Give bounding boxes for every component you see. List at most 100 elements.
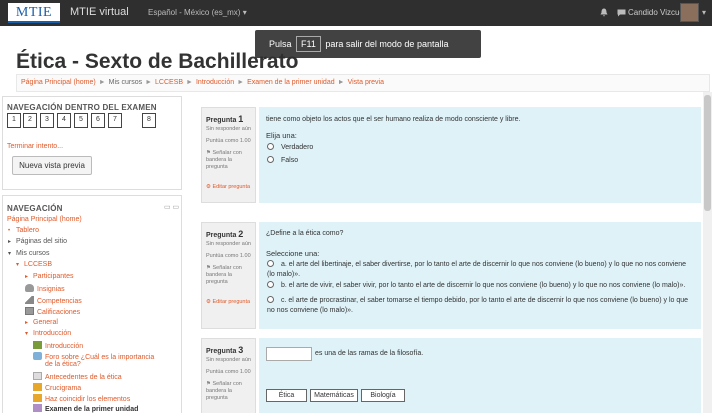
flag-icon: ⚑ [206,150,211,156]
nav-item-forum-continued[interactable]: de la ética? [45,361,81,368]
quiz-nav-question-7[interactable]: 7 [108,113,122,128]
quiz-nav-question-6[interactable]: 6 [91,113,105,128]
breadcrumb-quiz[interactable]: Examen de la primer unidad [247,79,335,86]
answer-option[interactable]: b. el arte de vivir, el saber vivir, por… [267,281,692,291]
scrollbar-thumb[interactable] [704,95,711,211]
nav-item-participants[interactable]: ▸ Participantes [25,273,73,280]
quiz-nav-question-8[interactable]: 8 [142,113,156,128]
question-prompt: Elija una: [266,131,297,140]
question-number-value: 2 [238,229,244,239]
breadcrumb-preview[interactable]: Vista previa [348,79,384,86]
breadcrumb-home[interactable]: Página Principal (home) [21,79,96,86]
flag-icon: ⚑ [206,381,211,387]
answer-option[interactable]: Verdadero [267,143,692,153]
nav-item-introduction-section[interactable]: ▾ Introducción [25,330,71,337]
quiz-nav-question-4[interactable]: 4 [57,113,71,128]
chevron-down-icon: ▾ [25,331,29,337]
nav-item-badges[interactable]: Insignias [25,284,65,293]
question-prompt: Seleccione una: [266,249,320,258]
language-menu[interactable]: Español - México (es_mx) ▾ [148,8,247,17]
nav-item-match[interactable]: Haz coincidir los elementos [33,394,130,403]
question-label: Pregunta [206,348,237,355]
block-controls-icon[interactable]: ▭ ▭ [164,203,179,211]
nav-item-site-pages[interactable]: ▸ Páginas del sitio [8,238,67,245]
question-1-info: Pregunta 1 Sin responder aún Puntúa como… [201,107,256,203]
breadcrumb-my-courses[interactable]: Mis cursos [109,79,142,86]
question-number-value: 1 [238,114,244,124]
match-icon [33,394,42,402]
radio-button[interactable] [267,156,274,163]
edit-question-link[interactable]: ⚙ Editar pregunta [206,299,250,305]
answer-option[interactable]: a. el arte del libertinaje, el saber div… [267,260,692,280]
drop-blank-input[interactable] [266,347,312,361]
fullscreen-notice: Pulsa F11 para salir del modo de pantall… [255,30,481,77]
nav-item-general[interactable]: ▸ General [25,319,58,326]
nav-item-label: Páginas del sitio [16,238,67,245]
radio-button[interactable] [267,260,274,267]
radio-button[interactable] [267,281,274,288]
nav-item-label: Insignias [37,286,65,293]
nav-item-introduction-page[interactable]: Introducción [33,341,83,350]
flag-question-toggle[interactable]: ⚑ Señalar con bandera la pregunta [206,150,254,171]
breadcrumb-course[interactable]: LCCESB [155,79,183,86]
finish-attempt-link[interactable]: Terminar intento... [7,143,63,150]
chevron-down-icon: ▾ [16,262,20,268]
chevron-down-icon: ▾ [8,251,12,257]
breadcrumb-separator-icon: ► [98,79,106,86]
question-1-content: tiene como objeto los actos que el ser h… [259,107,701,203]
chat-icon[interactable] [617,9,626,17]
nav-item-course[interactable]: ▾ LCCESB [16,261,52,268]
nav-item-history[interactable]: Antecedentes de la ética [33,372,122,381]
quiz-nav-question-2[interactable]: 2 [23,113,37,128]
avatar[interactable] [680,3,699,22]
option-label: Falso [281,157,299,164]
nav-item-label: Mis cursos [16,250,50,257]
nav-item-dashboard[interactable]: • Tablero [8,227,39,234]
drag-choice-matematicas[interactable]: Matemáticas [310,389,358,402]
breadcrumb-separator-icon: ► [337,79,345,86]
nav-item-label: Examen de la primer unidad [45,406,139,413]
nav-item-label: Crucigrama [45,385,82,392]
option-label: a. el arte del libertinaje, el saber div… [267,261,687,278]
question-text: tiene como objeto los actos que el ser h… [266,116,521,123]
crossword-icon [33,383,42,391]
nav-item-home[interactable]: Página Principal (home) [7,216,82,223]
flag-question-toggle[interactable]: ⚑ Señalar con bandera la pregunta [206,381,254,402]
site-logo[interactable]: MTIE [8,3,60,23]
nav-item-label: Competencias [37,298,82,305]
site-name-link[interactable]: MTIE virtual [70,6,129,18]
question-number: Pregunta 1 [206,114,243,124]
radio-button[interactable] [267,143,274,150]
answer-option[interactable]: Falso [267,156,692,166]
user-menu-chevron-down-icon[interactable]: ▾ [702,8,706,17]
nav-item-competencies[interactable]: Competencias [25,296,82,305]
quiz-nav-question-5[interactable]: 5 [74,113,88,128]
chevron-right-icon: ▸ [25,274,29,280]
nav-item-quiz[interactable]: Examen de la primer unidad [33,404,138,413]
drag-choice-etica[interactable]: Ética [266,389,307,402]
breadcrumb-bar: Página Principal (home) ► Mis cursos ► LCCES… [16,74,710,92]
breadcrumb-section[interactable]: Introducción [196,79,234,86]
site-navigation-title: NAVEGACIÓN [7,204,63,213]
quiz-nav-question-1[interactable]: 1 [7,113,21,128]
drag-choice-biologia[interactable]: Biología [361,389,405,402]
bullet-icon: • [8,228,11,234]
nav-item-label: Página Principal (home) [7,216,82,223]
nav-item-crossword[interactable]: Crucigrama [33,383,81,392]
nav-item-my-courses[interactable]: ▾ Mis cursos [8,250,49,257]
bell-icon[interactable] [600,8,608,17]
forum-icon [33,352,42,360]
breadcrumb-separator-icon: ► [237,79,245,86]
nav-item-grades[interactable]: Calificaciones [25,307,80,316]
edit-label: Editar pregunta [212,299,251,305]
question-label: Pregunta [206,232,237,239]
answer-option[interactable]: c. el arte de procrastinar, el saber tom… [267,296,692,316]
question-2-content: ¿Define a la ética como? Seleccione una:… [259,222,701,329]
nav-item-label: Tablero [16,227,39,234]
flag-question-toggle[interactable]: ⚑ Señalar con bandera la pregunta [206,265,254,286]
quiz-nav-question-3[interactable]: 3 [40,113,54,128]
edit-question-link[interactable]: ⚙ Editar pregunta [206,184,250,190]
nav-item-forum[interactable]: Foro sobre ¿Cuál es la importancia [33,352,154,361]
radio-button[interactable] [267,296,274,303]
new-preview-button[interactable]: Nueva vista previa [12,156,92,175]
